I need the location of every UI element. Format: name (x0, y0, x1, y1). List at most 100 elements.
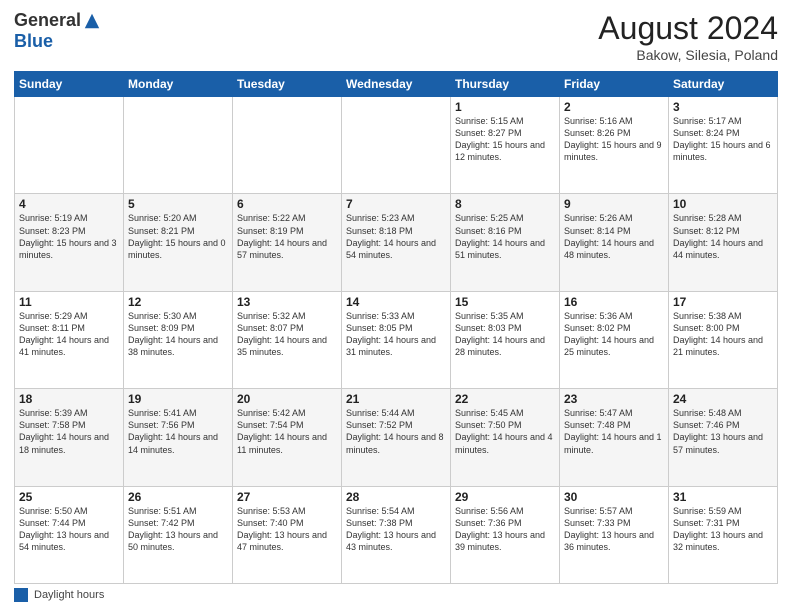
day-number: 12 (128, 295, 228, 309)
day-number: 9 (564, 197, 664, 211)
calendar-cell: 3Sunrise: 5:17 AM Sunset: 8:24 PM Daylig… (669, 97, 778, 194)
calendar-week-row-3: 11Sunrise: 5:29 AM Sunset: 8:11 PM Dayli… (15, 291, 778, 388)
day-info: Sunrise: 5:59 AM Sunset: 7:31 PM Dayligh… (673, 505, 773, 554)
day-number: 28 (346, 490, 446, 504)
col-tuesday: Tuesday (233, 72, 342, 97)
calendar-week-row-2: 4Sunrise: 5:19 AM Sunset: 8:23 PM Daylig… (15, 194, 778, 291)
calendar-cell: 11Sunrise: 5:29 AM Sunset: 8:11 PM Dayli… (15, 291, 124, 388)
col-friday: Friday (560, 72, 669, 97)
col-thursday: Thursday (451, 72, 560, 97)
day-number: 11 (19, 295, 119, 309)
calendar-week-row-5: 25Sunrise: 5:50 AM Sunset: 7:44 PM Dayli… (15, 486, 778, 583)
day-number: 22 (455, 392, 555, 406)
month-title: August 2024 (598, 10, 778, 47)
day-info: Sunrise: 5:23 AM Sunset: 8:18 PM Dayligh… (346, 212, 446, 261)
day-info: Sunrise: 5:35 AM Sunset: 8:03 PM Dayligh… (455, 310, 555, 359)
day-info: Sunrise: 5:45 AM Sunset: 7:50 PM Dayligh… (455, 407, 555, 456)
day-number: 16 (564, 295, 664, 309)
day-info: Sunrise: 5:26 AM Sunset: 8:14 PM Dayligh… (564, 212, 664, 261)
calendar-cell (15, 97, 124, 194)
logo-blue-text: Blue (14, 31, 53, 52)
day-number: 3 (673, 100, 773, 114)
day-number: 24 (673, 392, 773, 406)
calendar-cell: 10Sunrise: 5:28 AM Sunset: 8:12 PM Dayli… (669, 194, 778, 291)
calendar-cell: 18Sunrise: 5:39 AM Sunset: 7:58 PM Dayli… (15, 389, 124, 486)
day-info: Sunrise: 5:54 AM Sunset: 7:38 PM Dayligh… (346, 505, 446, 554)
calendar-cell: 17Sunrise: 5:38 AM Sunset: 8:00 PM Dayli… (669, 291, 778, 388)
day-info: Sunrise: 5:22 AM Sunset: 8:19 PM Dayligh… (237, 212, 337, 261)
calendar-cell (124, 97, 233, 194)
day-info: Sunrise: 5:15 AM Sunset: 8:27 PM Dayligh… (455, 115, 555, 164)
day-info: Sunrise: 5:44 AM Sunset: 7:52 PM Dayligh… (346, 407, 446, 456)
day-number: 6 (237, 197, 337, 211)
calendar-cell: 1Sunrise: 5:15 AM Sunset: 8:27 PM Daylig… (451, 97, 560, 194)
day-info: Sunrise: 5:20 AM Sunset: 8:21 PM Dayligh… (128, 212, 228, 261)
day-number: 21 (346, 392, 446, 406)
day-info: Sunrise: 5:36 AM Sunset: 8:02 PM Dayligh… (564, 310, 664, 359)
col-monday: Monday (124, 72, 233, 97)
day-info: Sunrise: 5:32 AM Sunset: 8:07 PM Dayligh… (237, 310, 337, 359)
day-number: 26 (128, 490, 228, 504)
day-info: Sunrise: 5:19 AM Sunset: 8:23 PM Dayligh… (19, 212, 119, 261)
calendar-cell: 30Sunrise: 5:57 AM Sunset: 7:33 PM Dayli… (560, 486, 669, 583)
calendar-week-row-4: 18Sunrise: 5:39 AM Sunset: 7:58 PM Dayli… (15, 389, 778, 486)
day-number: 31 (673, 490, 773, 504)
calendar-cell: 7Sunrise: 5:23 AM Sunset: 8:18 PM Daylig… (342, 194, 451, 291)
calendar-header-row: Sunday Monday Tuesday Wednesday Thursday… (15, 72, 778, 97)
day-number: 30 (564, 490, 664, 504)
col-wednesday: Wednesday (342, 72, 451, 97)
calendar-cell: 5Sunrise: 5:20 AM Sunset: 8:21 PM Daylig… (124, 194, 233, 291)
calendar-cell: 25Sunrise: 5:50 AM Sunset: 7:44 PM Dayli… (15, 486, 124, 583)
calendar-week-row-1: 1Sunrise: 5:15 AM Sunset: 8:27 PM Daylig… (15, 97, 778, 194)
calendar-cell: 19Sunrise: 5:41 AM Sunset: 7:56 PM Dayli… (124, 389, 233, 486)
day-info: Sunrise: 5:33 AM Sunset: 8:05 PM Dayligh… (346, 310, 446, 359)
title-area: August 2024 Bakow, Silesia, Poland (598, 10, 778, 63)
calendar-cell: 29Sunrise: 5:56 AM Sunset: 7:36 PM Dayli… (451, 486, 560, 583)
calendar-cell: 24Sunrise: 5:48 AM Sunset: 7:46 PM Dayli… (669, 389, 778, 486)
day-info: Sunrise: 5:17 AM Sunset: 8:24 PM Dayligh… (673, 115, 773, 164)
calendar-cell: 22Sunrise: 5:45 AM Sunset: 7:50 PM Dayli… (451, 389, 560, 486)
day-info: Sunrise: 5:25 AM Sunset: 8:16 PM Dayligh… (455, 212, 555, 261)
calendar-cell: 6Sunrise: 5:22 AM Sunset: 8:19 PM Daylig… (233, 194, 342, 291)
day-number: 18 (19, 392, 119, 406)
day-info: Sunrise: 5:51 AM Sunset: 7:42 PM Dayligh… (128, 505, 228, 554)
day-number: 15 (455, 295, 555, 309)
day-info: Sunrise: 5:29 AM Sunset: 8:11 PM Dayligh… (19, 310, 119, 359)
day-number: 29 (455, 490, 555, 504)
calendar-cell (233, 97, 342, 194)
day-info: Sunrise: 5:47 AM Sunset: 7:48 PM Dayligh… (564, 407, 664, 456)
day-number: 8 (455, 197, 555, 211)
calendar-cell: 31Sunrise: 5:59 AM Sunset: 7:31 PM Dayli… (669, 486, 778, 583)
logo: General Blue (14, 10, 101, 52)
day-number: 27 (237, 490, 337, 504)
day-info: Sunrise: 5:38 AM Sunset: 8:00 PM Dayligh… (673, 310, 773, 359)
day-info: Sunrise: 5:39 AM Sunset: 7:58 PM Dayligh… (19, 407, 119, 456)
day-info: Sunrise: 5:41 AM Sunset: 7:56 PM Dayligh… (128, 407, 228, 456)
calendar-cell: 21Sunrise: 5:44 AM Sunset: 7:52 PM Dayli… (342, 389, 451, 486)
day-number: 20 (237, 392, 337, 406)
footer: Daylight hours (14, 588, 778, 602)
day-info: Sunrise: 5:53 AM Sunset: 7:40 PM Dayligh… (237, 505, 337, 554)
calendar-cell: 9Sunrise: 5:26 AM Sunset: 8:14 PM Daylig… (560, 194, 669, 291)
calendar-cell: 16Sunrise: 5:36 AM Sunset: 8:02 PM Dayli… (560, 291, 669, 388)
calendar-cell: 4Sunrise: 5:19 AM Sunset: 8:23 PM Daylig… (15, 194, 124, 291)
logo-general-text: General (14, 10, 81, 31)
calendar-cell: 15Sunrise: 5:35 AM Sunset: 8:03 PM Dayli… (451, 291, 560, 388)
day-number: 17 (673, 295, 773, 309)
calendar-cell: 2Sunrise: 5:16 AM Sunset: 8:26 PM Daylig… (560, 97, 669, 194)
col-saturday: Saturday (669, 72, 778, 97)
day-number: 23 (564, 392, 664, 406)
day-number: 14 (346, 295, 446, 309)
day-info: Sunrise: 5:42 AM Sunset: 7:54 PM Dayligh… (237, 407, 337, 456)
calendar-cell (342, 97, 451, 194)
day-number: 7 (346, 197, 446, 211)
calendar-cell: 27Sunrise: 5:53 AM Sunset: 7:40 PM Dayli… (233, 486, 342, 583)
day-number: 25 (19, 490, 119, 504)
header: General Blue August 2024 Bakow, Silesia,… (14, 10, 778, 63)
calendar-cell: 14Sunrise: 5:33 AM Sunset: 8:05 PM Dayli… (342, 291, 451, 388)
day-info: Sunrise: 5:48 AM Sunset: 7:46 PM Dayligh… (673, 407, 773, 456)
day-number: 1 (455, 100, 555, 114)
day-number: 13 (237, 295, 337, 309)
calendar-table: Sunday Monday Tuesday Wednesday Thursday… (14, 71, 778, 584)
day-info: Sunrise: 5:16 AM Sunset: 8:26 PM Dayligh… (564, 115, 664, 164)
